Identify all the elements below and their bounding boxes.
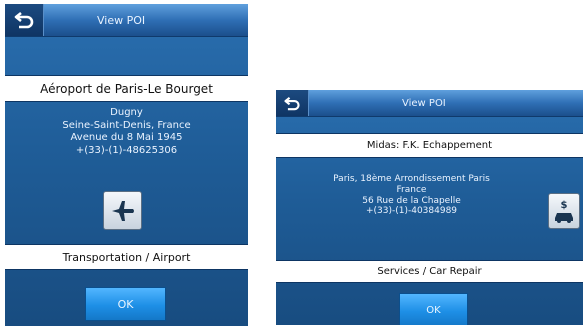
poi-details: Dugny Seine-Saint-Denis, France Avenue d… xyxy=(5,107,248,157)
window-title: View POI xyxy=(402,97,446,109)
poi-name: Aéroport de Paris-Le Bourget xyxy=(5,75,248,102)
title-bar: View POI xyxy=(276,90,583,117)
poi-view-screen-car-repair: View POI Midas: F.K. Echappement Paris, … xyxy=(276,90,583,325)
poi-category: Services / Car Repair xyxy=(276,260,583,283)
title-bar: View POI xyxy=(5,4,248,37)
poi-city: Dugny xyxy=(110,107,143,118)
poi-country: France xyxy=(396,184,427,195)
poi-phone: +(33)-(1)-48625306 xyxy=(75,144,178,156)
car-repair-icon: $ xyxy=(555,200,573,223)
poi-view-screen-airport: View POI Aéroport de Paris-Le Bourget Du… xyxy=(5,4,248,326)
ok-button[interactable]: OK xyxy=(399,293,468,325)
back-button[interactable] xyxy=(276,90,309,116)
poi-street: Avenue du 8 Mai 1945 xyxy=(70,132,183,143)
back-arrow-icon xyxy=(284,96,300,110)
poi-details: Paris, 18ème Arrondissement Paris France… xyxy=(276,174,547,217)
poi-phone: +(33)-(1)-40384989 xyxy=(365,206,458,217)
airplane-icon xyxy=(111,200,134,221)
ok-button[interactable]: OK xyxy=(85,287,166,321)
poi-category: Transportation / Airport xyxy=(5,244,248,270)
poi-region: Seine-Saint-Denis, France xyxy=(62,119,191,131)
category-icon-button[interactable] xyxy=(103,191,142,230)
category-icon-button[interactable]: $ xyxy=(548,193,580,229)
svg-text:$: $ xyxy=(561,200,568,211)
back-button[interactable] xyxy=(5,4,44,36)
window-title: View POI xyxy=(97,13,146,27)
back-arrow-icon xyxy=(14,11,34,29)
poi-street: 56 Rue de la Chapelle xyxy=(362,195,461,206)
poi-city: Paris, 18ème Arrondissement Paris xyxy=(333,174,490,184)
poi-name: Midas: F.K. Echappement xyxy=(276,133,583,158)
